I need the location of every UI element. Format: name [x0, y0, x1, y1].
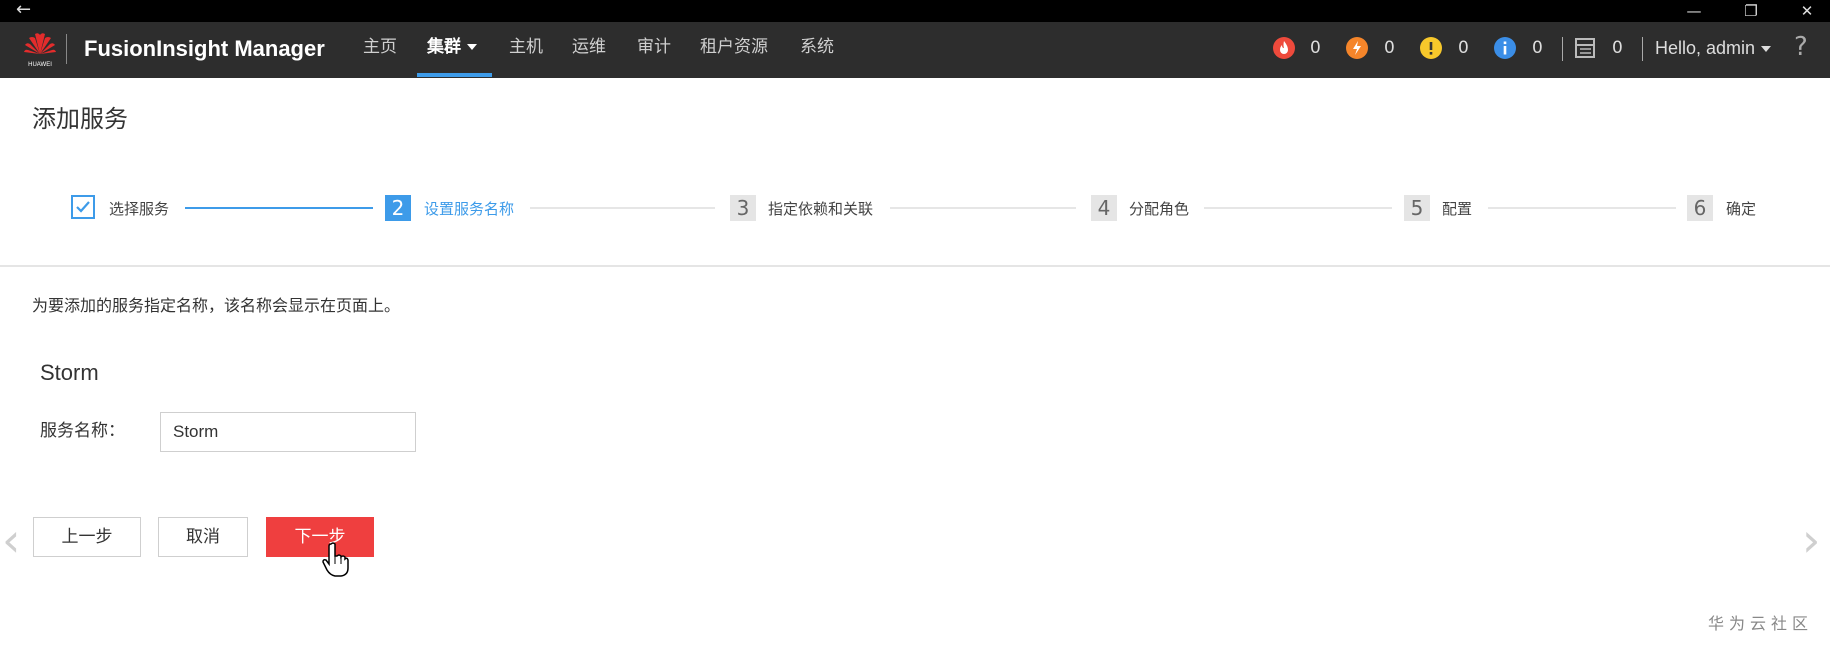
minor-alarm-icon[interactable]: [1420, 37, 1442, 59]
caret-down-icon: [1761, 46, 1772, 53]
nav-item-ops[interactable]: 运维: [572, 22, 606, 78]
navbar-divider: [1642, 37, 1643, 61]
step-number-5: 5: [1404, 195, 1430, 221]
user-menu[interactable]: Hello, admin: [1655, 36, 1772, 60]
huawei-logo: HUAWEI: [22, 30, 58, 70]
page-title: 添加服务: [32, 105, 128, 133]
cancel-button[interactable]: 取消: [158, 517, 248, 557]
step-label-confirm: 确定: [1726, 200, 1757, 218]
app-brand: FusionInsight Manager: [84, 36, 325, 61]
step-number-4: 4: [1091, 195, 1117, 221]
back-arrow-icon[interactable]: ←: [16, 0, 31, 20]
task-count[interactable]: 0: [1612, 36, 1623, 60]
step-number-3: 3: [730, 195, 756, 221]
nav-item-audit[interactable]: 审计: [637, 22, 671, 78]
step-connector: [1204, 207, 1392, 209]
step-label-dependencies: 指定依赖和关联: [768, 200, 874, 218]
navbar-divider: [1562, 37, 1563, 61]
step-connector: [890, 207, 1076, 209]
minimize-icon[interactable]: —: [1684, 0, 1704, 22]
watermark: 华为云社区: [1708, 614, 1814, 633]
nav-item-system[interactable]: 系统: [800, 22, 834, 78]
step-connector: [530, 207, 715, 209]
warning-alarm-icon[interactable]: [1494, 37, 1516, 59]
section-divider: [0, 265, 1830, 267]
task-list-icon[interactable]: [1574, 37, 1596, 59]
step-connector: [185, 207, 373, 209]
service-heading: Storm: [40, 360, 99, 385]
logo-wordmark: HUAWEI: [28, 62, 52, 68]
previous-button[interactable]: 上一步: [33, 517, 141, 557]
nav-item-home[interactable]: 主页: [363, 22, 397, 78]
page-description: 为要添加的服务指定名称，该名称会显示在页面上。: [32, 296, 401, 315]
hand-cursor-icon: [322, 542, 350, 578]
next-button[interactable]: 下一步: [266, 517, 374, 557]
step-label-select-service: 选择服务: [109, 200, 170, 218]
top-navbar: HUAWEI FusionInsight Manager 主页 集群 主机 运维…: [0, 22, 1830, 78]
step-label-set-name: 设置服务名称: [424, 200, 515, 218]
nav-item-cluster[interactable]: 集群: [427, 22, 477, 78]
step-label-assign-roles: 分配角色: [1129, 200, 1190, 218]
close-icon[interactable]: ✕: [1797, 0, 1817, 22]
window-titlebar: ← — ❐ ✕: [0, 0, 1830, 22]
chevron-left-icon[interactable]: ‹: [2, 517, 20, 563]
warning-alarm-count[interactable]: 0: [1532, 36, 1543, 60]
nav-active-indicator: [417, 73, 492, 77]
step-connector: [1488, 207, 1676, 209]
major-alarm-icon[interactable]: [1346, 37, 1368, 59]
help-icon[interactable]: ?: [1794, 32, 1808, 62]
step-number-6: 6: [1687, 195, 1713, 221]
critical-alarm-icon[interactable]: [1273, 37, 1295, 59]
service-name-input[interactable]: [160, 412, 416, 452]
step-number-2: 2: [385, 195, 411, 221]
user-greeting: Hello, admin: [1655, 38, 1756, 58]
chevron-right-icon[interactable]: ›: [1802, 517, 1820, 563]
step-done-check-icon: [71, 195, 95, 219]
service-name-label: 服务名称：: [40, 421, 125, 441]
logo-divider: [66, 34, 67, 64]
nav-item-cluster-label: 集群: [427, 37, 461, 57]
nav-item-tenant[interactable]: 租户资源: [700, 22, 768, 78]
caret-down-icon: [467, 44, 477, 50]
major-alarm-count[interactable]: 0: [1384, 36, 1395, 60]
minor-alarm-count[interactable]: 0: [1458, 36, 1469, 60]
critical-alarm-count[interactable]: 0: [1310, 36, 1321, 60]
nav-item-hosts[interactable]: 主机: [509, 22, 543, 78]
step-label-configure: 配置: [1442, 200, 1473, 218]
restore-icon[interactable]: ❐: [1741, 0, 1761, 22]
